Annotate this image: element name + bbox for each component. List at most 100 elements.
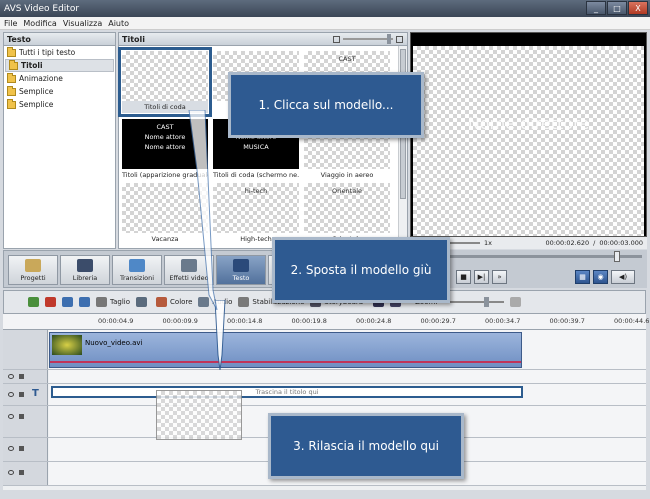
fit-icon[interactable] [509, 297, 521, 307]
undo-icon[interactable] [62, 297, 73, 307]
speed-button[interactable] [136, 297, 150, 307]
timeline-ruler[interactable]: 00:00:04.9 00:00:09.9 00:00:14.8 00:00:19.8… [3, 314, 650, 330]
template-thumb[interactable]: OrientaleOrientale [304, 183, 390, 245]
ruler-tick-label: 00:00:19.8 [291, 317, 327, 325]
template-thumb[interactable]: Titoli di coda [118, 47, 212, 117]
folder-icon [9, 59, 18, 70]
lock-icon[interactable] [19, 374, 24, 379]
category-item-semplice-2[interactable]: Semplice [4, 98, 115, 111]
template-preview-image: Orientale [304, 183, 390, 233]
video-clip-thumbnail [52, 335, 82, 355]
template-thumb[interactable]: hi-tech High-tech [213, 183, 299, 245]
small-view-icon[interactable] [333, 35, 340, 43]
category-item-titoli[interactable]: Titoli [5, 59, 114, 72]
snapshot-icon[interactable]: ◉ [593, 270, 608, 284]
close-button[interactable]: X [628, 1, 648, 15]
scissors-icon [96, 297, 107, 307]
drag-arrow-icon [214, 300, 226, 370]
ruler-tick-label: 00:00:44.6 [614, 317, 650, 325]
category-item-all[interactable]: Tutti i tipi testo [4, 46, 115, 59]
audio-waveform-line [50, 361, 521, 363]
transitions-button[interactable]: Transizioni [112, 255, 162, 285]
menu-file[interactable]: File [4, 19, 17, 28]
text-drop-zone[interactable]: Trascina il titolo qui [51, 386, 523, 398]
menu-visualizza[interactable]: Visualizza [63, 19, 102, 28]
lock-icon[interactable] [19, 470, 24, 475]
menu-modifica[interactable]: Modifica [23, 19, 56, 28]
projects-button[interactable]: Progetti [8, 255, 58, 285]
ruler-tick-label: 00:00:34.7 [485, 317, 521, 325]
menu-bar: File Modifica Visualizza Aiuto [0, 17, 650, 30]
text-icon [233, 259, 249, 272]
template-caption: Titoli di coda (schermo ne... [213, 171, 299, 179]
maximize-button[interactable]: □ [607, 1, 627, 15]
text-track: T Trascina il titolo qui [3, 384, 646, 406]
dragged-template-ghost [156, 390, 242, 440]
eye-icon[interactable] [8, 446, 14, 451]
lock-icon[interactable] [19, 414, 24, 419]
preview-overlay-text: Nome direttore [467, 114, 590, 133]
status-bar [0, 490, 650, 499]
lock-icon[interactable] [19, 446, 24, 451]
zoom-slider[interactable] [443, 297, 504, 307]
speed-value: 1x [484, 239, 492, 247]
callout-step-3: 3. Rilascia il modello qui [268, 413, 464, 479]
eye-icon[interactable] [8, 470, 14, 475]
minimize-button[interactable]: _ [586, 1, 606, 15]
template-overlay-text: CAST [338, 55, 356, 63]
slider-knob[interactable] [387, 34, 391, 44]
next-frame-button[interactable]: ■ [456, 270, 471, 284]
menu-aiuto[interactable]: Aiuto [108, 19, 129, 28]
text-button[interactable]: Testo [216, 255, 266, 285]
template-caption: Viaggio in aereo [320, 171, 374, 179]
video-clip[interactable]: Nuovo_video.avi [49, 332, 522, 368]
stabilization-icon [238, 297, 250, 307]
ruler-tick-label: 00:00:04.9 [98, 317, 134, 325]
category-item-semplice[interactable]: Semplice [4, 85, 115, 98]
category-panel: Testo Tutti i tipi testo Titoli Animazio… [3, 32, 116, 249]
redo-icon[interactable] [79, 297, 90, 307]
gallery-header: Titoli [122, 34, 146, 44]
template-preview-image: hi-tech [213, 183, 299, 233]
window-title: AVS Video Editor [4, 3, 80, 14]
speed-slider[interactable] [450, 242, 480, 244]
callout-step-2: 2. Sposta il modello giù [272, 237, 450, 303]
delete-icon[interactable] [45, 297, 56, 307]
zoom-knob[interactable] [483, 297, 489, 307]
drag-path-icon [188, 110, 218, 310]
template-preview-image [122, 51, 208, 101]
eye-icon[interactable] [8, 374, 14, 379]
trim-button[interactable]: Taglio [96, 297, 130, 307]
eye-icon[interactable] [8, 392, 14, 397]
template-overlay-text: MUSICA [243, 143, 269, 151]
library-button[interactable]: Libreria [60, 255, 110, 285]
lock-icon[interactable] [19, 392, 24, 397]
category-item-animazione[interactable]: Animazione [4, 72, 115, 85]
ruler-tick-label: 00:00:29.7 [420, 317, 456, 325]
video-clip-name: Nuovo_video.avi [85, 339, 143, 347]
large-view-icon[interactable] [396, 35, 403, 43]
callout-step-1: 1. Clicca sul modello... [228, 72, 424, 138]
template-gallery: Titoli Titoli di coda CAST CAST Nome attore… [118, 32, 408, 249]
ruler-tick-label: 00:00:39.7 [549, 317, 585, 325]
time-current: 00:00:02.620 [545, 239, 590, 247]
fullscreen-icon[interactable]: ▦ [575, 270, 590, 284]
gallery-zoom-slider[interactable] [333, 34, 403, 44]
skip-forward-button[interactable]: ▶| [474, 270, 489, 284]
video-track-header [3, 330, 48, 369]
volume-icon[interactable]: ◀) [611, 270, 635, 284]
folder-icon [7, 98, 16, 109]
transitions-icon [129, 259, 145, 272]
film-icon [136, 297, 148, 307]
folder-icon [7, 72, 16, 83]
projects-icon [25, 259, 41, 272]
color-icon [156, 297, 168, 307]
title-bar: AVS Video Editor _ □ X [0, 0, 650, 17]
seek-handle[interactable] [614, 251, 620, 262]
add-icon[interactable] [28, 297, 39, 307]
eye-icon[interactable] [8, 414, 14, 419]
preview-screen: Nome direttore [413, 46, 644, 236]
category-panel-header: Testo [4, 33, 115, 46]
text-track-icon: T [32, 388, 39, 399]
skip-end-button[interactable]: » [492, 270, 507, 284]
